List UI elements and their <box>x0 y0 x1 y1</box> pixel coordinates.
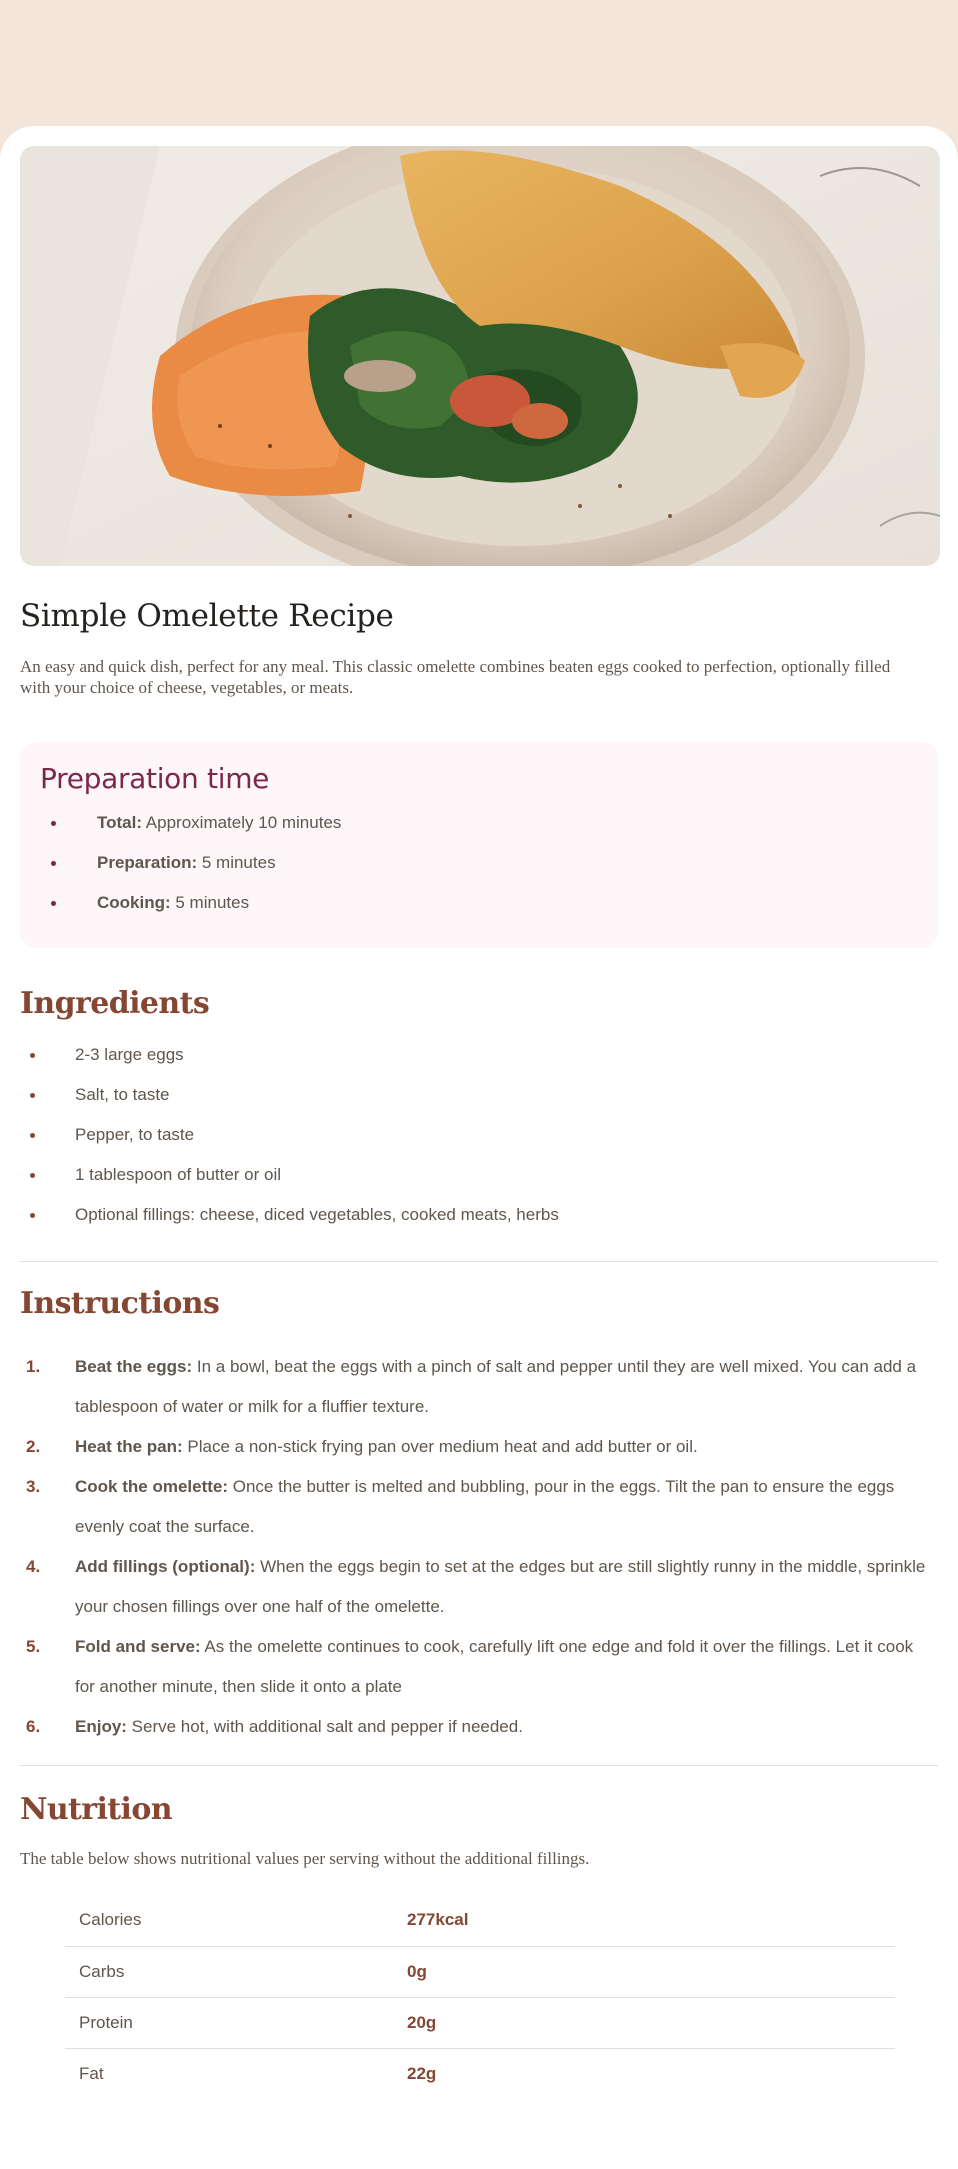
instruction-step: 6. Enjoy: Serve hot, with additional salt… <box>20 1707 938 1747</box>
recipe-intro: An easy and quick dish, perfect for any … <box>20 657 891 697</box>
nutrition-description: The table below shows nutritional values… <box>20 1849 590 1868</box>
preparation-time-box: Preparation time Total: Approximately 10… <box>20 742 938 948</box>
preparation-item-label: Cooking: <box>97 893 171 912</box>
nutrient-value: 22g <box>407 2063 437 2083</box>
nutrient-label: Fat <box>79 2063 104 2083</box>
step-label: Cook the omelette: <box>75 1477 229 1496</box>
nutrient-label: Protein <box>65 1997 407 2049</box>
nutrition-heading: Nutrition <box>20 1792 173 1827</box>
step-number: 3. <box>26 1477 41 1496</box>
instruction-step: 2. Heat the pan: Place a non-stick frying… <box>20 1427 938 1467</box>
step-label: Heat the pan: <box>75 1437 183 1456</box>
preparation-item: Preparation: 5 minutes <box>40 851 918 891</box>
nutrient-value: 20g <box>407 1997 895 2049</box>
ingredient-item: Optional fillings: cheese, diced vegetab… <box>20 1203 938 1243</box>
omelette-photo <box>20 146 940 566</box>
step-text: Serve hot, with additional salt and pepp… <box>126 1717 523 1736</box>
instructions-section: Instructions 1. Beat the eggs: In a bowl,… <box>20 1286 938 1747</box>
instruction-step: 1. Beat the eggs: In a bowl, beat the egg… <box>20 1347 938 1427</box>
step-text: As the omelette continues to cook, caref… <box>75 1637 914 1696</box>
ingredient-item: 2-3 large eggs <box>20 1043 938 1083</box>
section-divider <box>20 1765 938 1766</box>
step-number: 1. <box>26 1357 41 1376</box>
preparation-list: Total: Approximately 10 minutes Preparat… <box>40 811 918 931</box>
recipe-title: Simple Omelette Recipe <box>20 598 394 634</box>
preparation-heading: Preparation time <box>40 762 270 795</box>
table-row: Protein 20g <box>65 1997 895 2049</box>
recipe-card: Simple Omelette Recipe An easy and quick… <box>0 126 958 2169</box>
preparation-item-value: 5 minutes <box>170 893 250 912</box>
table-row: Carbs 0g <box>65 1946 895 1998</box>
section-divider <box>20 1261 938 1262</box>
step-text: In a bowl, beat the eggs with a pinch of… <box>75 1357 917 1416</box>
preparation-item: Cooking: 5 minutes <box>40 891 918 931</box>
step-label: Enjoy: <box>75 1717 127 1736</box>
nutrient-value: 0g <box>407 1946 895 1998</box>
step-label: Beat the eggs: <box>75 1357 193 1376</box>
nutrition-table: Calories 277kcal Carbs 0g Protein 20g Fa… <box>65 1895 895 2099</box>
step-label: Fold and serve: <box>75 1637 201 1656</box>
step-number: 4. <box>26 1557 41 1576</box>
step-number: 6. <box>26 1717 41 1736</box>
ingredient-item: 1 tablespoon of butter or oil <box>20 1163 938 1203</box>
preparation-item-value: 5 minutes <box>197 853 276 872</box>
step-text: Place a non-stick frying pan over medium… <box>182 1437 698 1456</box>
ingredients-heading: Ingredients <box>20 986 210 1021</box>
step-label: Add fillings (optional): <box>75 1557 256 1576</box>
step-number: 2. <box>26 1437 41 1456</box>
table-row: Fat 22g <box>65 2048 895 2099</box>
instruction-step: 4. Add fillings (optional): When the eggs… <box>20 1547 938 1627</box>
preparation-item-label: Total: <box>97 813 143 832</box>
instruction-step: 3. Cook the omelette: Once the butter is … <box>20 1467 938 1547</box>
instructions-heading: Instructions <box>20 1286 220 1321</box>
omelette-illustration <box>20 146 940 566</box>
ingredient-item: Salt, to taste <box>20 1083 938 1123</box>
preparation-item-label: Preparation: <box>97 853 198 872</box>
nutrient-label: Calories <box>65 1895 407 1947</box>
instruction-step: 5. Fold and serve: As the omelette contin… <box>20 1627 938 1707</box>
table-row: Calories 277kcal <box>65 1895 895 1947</box>
ingredient-item: Pepper, to taste <box>20 1123 938 1163</box>
ingredients-list: 2-3 large eggs Salt, to taste Pepper, to… <box>20 1043 938 1243</box>
preparation-item: Total: Approximately 10 minutes <box>40 811 918 851</box>
preparation-item-value: Approximately 10 minutes <box>142 813 342 832</box>
step-number: 5. <box>26 1637 41 1656</box>
nutrient-label: Carbs <box>65 1946 407 1998</box>
ingredients-section: Ingredients 2-3 large eggs Salt, to tast… <box>20 986 938 1243</box>
nutrition-section: Nutrition The table below shows nutritio… <box>20 1792 938 2099</box>
nutrient-value: 277kcal <box>407 1895 895 1947</box>
instructions-list: 1. Beat the eggs: In a bowl, beat the egg… <box>20 1347 938 1747</box>
